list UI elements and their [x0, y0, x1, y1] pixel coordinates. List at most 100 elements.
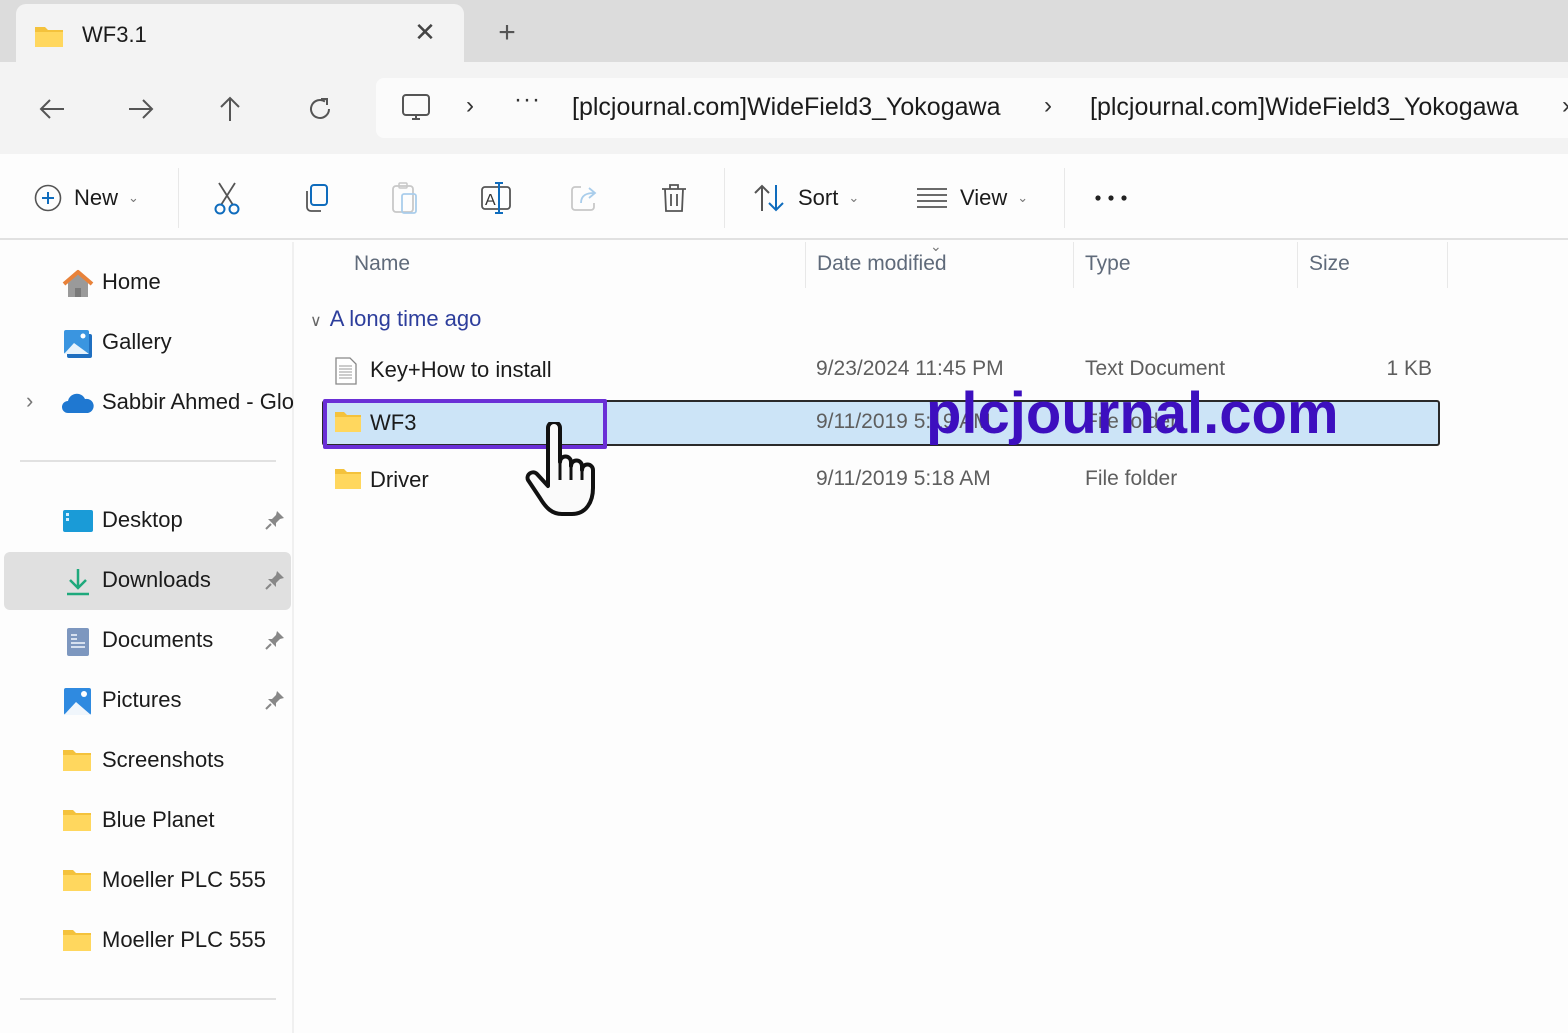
sidebar-item-moeller-plc-555[interactable]: Moeller PLC 555	[4, 912, 291, 970]
file-type: Text Document	[1085, 357, 1226, 380]
plus-icon[interactable]: +	[490, 18, 524, 48]
hand-pointer-cursor-icon	[522, 420, 602, 525]
share-button[interactable]	[569, 180, 601, 216]
breadcrumb-separator[interactable]: ›	[466, 92, 474, 120]
list-view-icon	[917, 188, 947, 208]
pin-icon[interactable]	[264, 629, 286, 656]
sidebar-item-documents[interactable]: Documents	[4, 612, 291, 670]
sidebar-label: Home	[102, 269, 161, 294]
folder-icon	[62, 927, 94, 957]
file-date: 9/11/2019 5:18 AM	[816, 467, 991, 490]
column-header-size[interactable]: Size	[1309, 252, 1350, 276]
view-button[interactable]: View ⌄	[916, 180, 1028, 216]
sidebar-divider	[20, 460, 276, 462]
breadcrumb-separator[interactable]: ›	[1562, 92, 1568, 120]
sort-button[interactable]: Sort ⌄	[752, 180, 859, 216]
plus-circle-icon	[34, 184, 62, 212]
group-label: A long time ago	[329, 306, 482, 331]
folder-icon	[334, 467, 362, 496]
more-options-button[interactable]	[1094, 180, 1128, 216]
sidebar-label: Gallery	[102, 329, 172, 354]
onedrive-cloud-icon	[62, 389, 94, 419]
folder-icon	[34, 24, 64, 53]
copy-icon	[306, 184, 328, 212]
column-header-date-modified[interactable]: Date modified	[817, 252, 947, 276]
arrow-up-icon	[220, 96, 240, 121]
tab-title: WF3.1	[82, 22, 147, 47]
sidebar-divider	[20, 998, 276, 1000]
close-icon[interactable]: ✕	[411, 18, 439, 46]
column-divider[interactable]	[1073, 242, 1074, 288]
group-header[interactable]: ∨ A long time ago	[310, 306, 481, 332]
file-row-driver[interactable]: Driver 9/11/2019 5:18 AM File folder	[322, 457, 1440, 503]
file-name: Driver	[370, 467, 429, 492]
sidebar-item-screenshots[interactable]: Screenshots	[4, 732, 291, 790]
divider	[178, 168, 179, 228]
divider	[724, 168, 725, 228]
sidebar-item-moeller-plc-555[interactable]: Moeller PLC 555	[4, 852, 291, 910]
sidebar-label: Blue Planet	[102, 807, 215, 832]
sidebar-item-home[interactable]: Home	[4, 254, 291, 312]
column-header-type[interactable]: Type	[1085, 252, 1131, 276]
breadcrumb-more[interactable]: ···	[514, 86, 541, 114]
sidebar-label: Screenshots	[102, 747, 225, 772]
pin-icon[interactable]	[264, 509, 286, 536]
column-divider[interactable]	[1297, 242, 1298, 288]
sidebar-label: Documents	[102, 627, 214, 652]
breadcrumb-item[interactable]: [plcjournal.com]WideField3_Yokogawa	[572, 93, 1000, 122]
home-icon	[62, 269, 94, 299]
sidebar-label: Moeller PLC 555	[102, 867, 266, 892]
tab-strip: WF3.1 ✕ +	[0, 0, 1568, 64]
sidebar-item-desktop[interactable]: Desktop	[4, 492, 291, 550]
chevron-down-icon: ⌄	[848, 190, 860, 205]
sort-label: Sort	[798, 185, 839, 210]
sidebar-item-pictures[interactable]: Pictures	[4, 672, 291, 730]
address-bar[interactable]: › ··· [plcjournal.com]WideField3_Yokogaw…	[376, 78, 1568, 138]
paste-button[interactable]	[390, 180, 420, 216]
back-button[interactable]	[34, 92, 70, 126]
sidebar-item-blue-planet[interactable]: Blue Planet	[4, 792, 291, 850]
cut-button[interactable]	[212, 180, 242, 216]
share-icon	[571, 186, 597, 211]
breadcrumb-item[interactable]: [plcjournal.com]WideField3_Yokogawa	[1090, 93, 1518, 122]
new-label: New	[74, 185, 119, 210]
desktop-icon	[62, 507, 94, 537]
this-pc-icon[interactable]	[400, 92, 432, 129]
new-button[interactable]: New ⌄	[34, 180, 139, 216]
sidebar-item-gallery[interactable]: Gallery	[4, 314, 291, 372]
column-divider[interactable]	[805, 242, 806, 288]
breadcrumb-separator[interactable]: ›	[1044, 92, 1052, 120]
arrow-left-icon	[39, 99, 64, 119]
pictures-icon	[62, 687, 94, 717]
column-header-name[interactable]: Name	[354, 252, 410, 276]
chevron-down-icon: ∨	[310, 313, 322, 330]
divider	[1064, 168, 1065, 228]
refresh-button[interactable]	[302, 92, 338, 126]
file-date: 9/23/2024 11:45 PM	[816, 357, 1004, 380]
forward-button[interactable]	[123, 92, 159, 126]
gallery-icon	[62, 329, 94, 359]
svg-text:A: A	[485, 192, 496, 209]
arrow-right-icon	[129, 99, 154, 119]
watermark-text: plcjournal.com	[926, 381, 1339, 446]
documents-icon	[62, 627, 94, 657]
folder-icon	[62, 807, 94, 837]
up-button[interactable]	[212, 92, 248, 126]
navigation-pane: Home Gallery › Sabbir Ahmed - Glo Deskto…	[0, 242, 294, 1033]
chevron-down-icon: ⌄	[1017, 190, 1029, 205]
column-divider[interactable]	[1447, 242, 1448, 288]
text-file-icon	[334, 357, 358, 390]
chevron-right-icon[interactable]: ›	[26, 388, 33, 414]
rename-button[interactable]: A	[479, 180, 513, 216]
sidebar-item-downloads[interactable]: Downloads	[4, 552, 291, 610]
sidebar-item-onedrive[interactable]: › Sabbir Ahmed - Glo	[4, 374, 294, 432]
file-list: Name ⌄ Date modified Type Size ∨ A long t…	[296, 238, 1568, 1033]
delete-button[interactable]	[659, 180, 689, 216]
sidebar-label: Pictures	[102, 687, 182, 712]
paste-icon	[392, 182, 417, 214]
tab-wf3-1[interactable]: WF3.1 ✕	[16, 4, 464, 64]
pin-icon[interactable]	[264, 689, 286, 716]
pin-icon[interactable]	[264, 569, 286, 596]
rename-icon: A	[481, 182, 511, 214]
copy-button[interactable]	[301, 180, 331, 216]
